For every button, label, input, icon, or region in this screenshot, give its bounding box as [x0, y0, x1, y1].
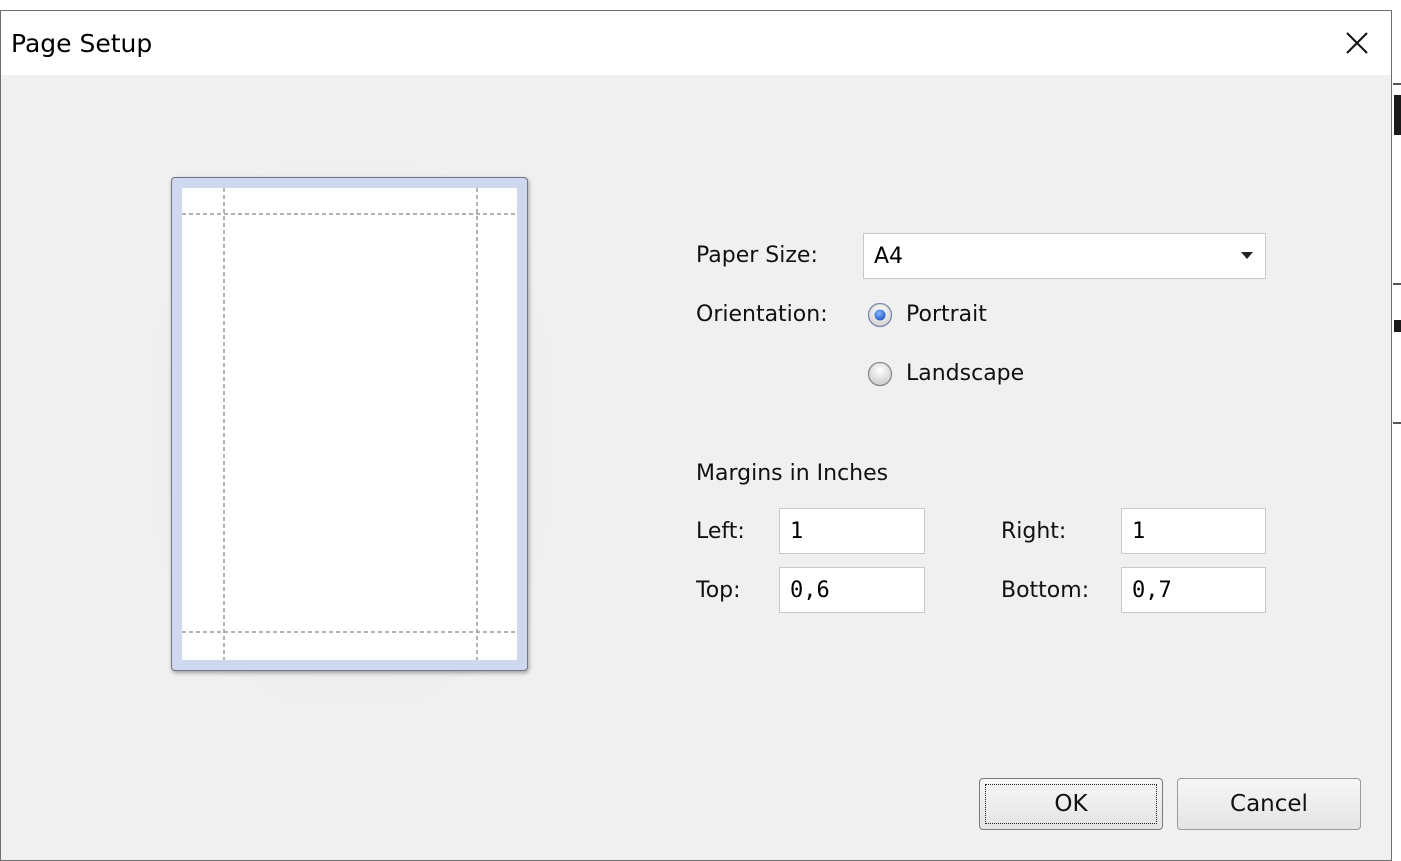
margins-heading: Margins in Inches [696, 461, 889, 486]
page-setup-dialog: Page Setup Paper Size: A4 Orientation: P… [0, 10, 1392, 861]
close-button[interactable] [1335, 21, 1379, 65]
orientation-label: Orientation: [696, 302, 828, 327]
left-margin-field[interactable] [779, 508, 925, 554]
focus-ring [985, 784, 1157, 824]
paper-size-value: A4 [874, 244, 904, 269]
bottom-margin-field[interactable] [1121, 567, 1266, 613]
paper-size-label: Paper Size: [696, 243, 818, 268]
background-divider [1393, 422, 1401, 424]
portrait-option-label[interactable]: Portrait [906, 302, 987, 327]
title-bar: Page Setup [1, 11, 1391, 75]
top-margin-label: Top: [696, 578, 741, 603]
landscape-option-label[interactable]: Landscape [906, 361, 1024, 386]
page-preview [171, 177, 528, 671]
chevron-down-icon [1241, 252, 1253, 259]
background-divider [1393, 83, 1401, 85]
background-mark [1394, 320, 1401, 332]
radio-landscape[interactable] [867, 361, 893, 387]
dialog-title: Page Setup [11, 29, 153, 58]
paper-size-dropdown[interactable]: A4 [863, 233, 1266, 279]
radio-portrait[interactable] [867, 302, 893, 328]
background-mark [1394, 95, 1401, 135]
right-margin-label: Right: [1001, 519, 1067, 544]
ok-button[interactable]: OK [979, 778, 1163, 830]
paper-sheet [182, 188, 517, 660]
background-divider [1393, 283, 1401, 285]
top-margin-field[interactable] [779, 567, 925, 613]
cancel-button-label: Cancel [1230, 791, 1308, 817]
right-margin-field[interactable] [1121, 508, 1266, 554]
close-icon [1346, 32, 1368, 54]
page-preview-sheet [182, 188, 517, 660]
bottom-margin-label: Bottom: [1001, 578, 1090, 603]
left-margin-label: Left: [696, 519, 745, 544]
cancel-button[interactable]: Cancel [1177, 778, 1361, 830]
